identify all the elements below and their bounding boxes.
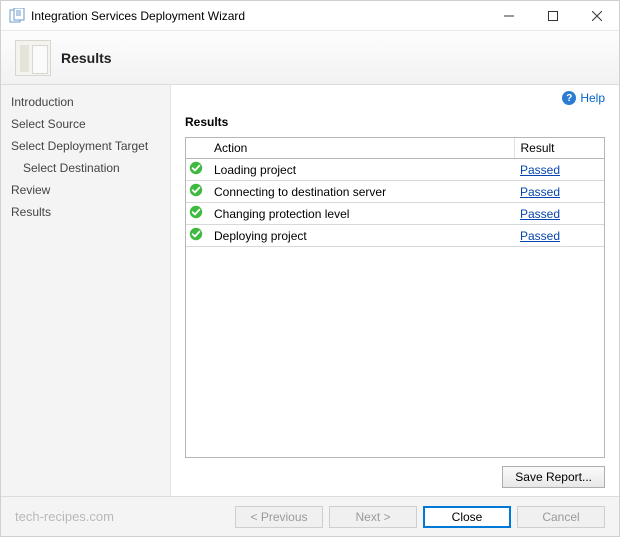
table-row: Deploying project Passed	[186, 225, 604, 247]
column-header-status-icon[interactable]	[186, 138, 208, 159]
page-title: Results	[61, 50, 112, 66]
result-cell: Passed	[514, 225, 604, 247]
result-cell: Passed	[514, 159, 604, 181]
status-icon-cell	[186, 203, 208, 225]
check-circle-icon	[189, 164, 203, 178]
status-icon-cell	[186, 225, 208, 247]
action-cell: Connecting to destination server	[208, 181, 514, 203]
result-cell: Passed	[514, 203, 604, 225]
titlebar: Integration Services Deployment Wizard	[1, 1, 619, 31]
results-table: Action Result Loading projectPassedConne…	[186, 138, 604, 247]
minimize-button[interactable]	[487, 1, 531, 31]
close-button[interactable]: Close	[423, 506, 511, 528]
check-circle-icon	[189, 186, 203, 200]
result-link[interactable]: Passed	[520, 185, 560, 199]
status-icon-cell	[186, 159, 208, 181]
table-row: Changing protection level Passed	[186, 203, 604, 225]
next-button[interactable]: Next >	[329, 506, 417, 528]
result-link[interactable]: Passed	[520, 229, 560, 243]
save-report-button[interactable]: Save Report...	[502, 466, 605, 488]
results-table-container: Action Result Loading projectPassedConne…	[185, 137, 605, 458]
column-header-action[interactable]: Action	[208, 138, 514, 159]
check-circle-icon	[189, 208, 203, 222]
cancel-button[interactable]: Cancel	[517, 506, 605, 528]
help-link[interactable]: ? Help	[562, 91, 605, 105]
watermark: tech-recipes.com	[15, 509, 229, 524]
status-icon-cell	[186, 181, 208, 203]
column-header-result[interactable]: Result	[514, 138, 604, 159]
table-row: Loading project Passed	[186, 159, 604, 181]
action-cell: Deploying project	[208, 225, 514, 247]
table-row: Connecting to destination server Passed	[186, 181, 604, 203]
sidebar-item-select-deployment-target[interactable]: Select Deployment Target	[1, 135, 170, 157]
help-icon: ?	[562, 91, 576, 105]
action-cell: Changing protection level	[208, 203, 514, 225]
sidebar-item-select-source[interactable]: Select Source	[1, 113, 170, 135]
result-link[interactable]: Passed	[520, 207, 560, 221]
help-label: Help	[580, 91, 605, 105]
maximize-button[interactable]	[531, 1, 575, 31]
result-cell: Passed	[514, 181, 604, 203]
close-window-button[interactable]	[575, 1, 619, 31]
sidebar-item-results[interactable]: Results	[1, 201, 170, 223]
page-header: Results	[1, 31, 619, 85]
section-title: Results	[185, 115, 605, 129]
result-link[interactable]: Passed	[520, 163, 560, 177]
footer: tech-recipes.com < Previous Next > Close…	[1, 496, 619, 536]
check-circle-icon	[189, 230, 203, 244]
action-cell: Loading project	[208, 159, 514, 181]
app-icon	[9, 8, 25, 24]
sidebar-item-review[interactable]: Review	[1, 179, 170, 201]
window-title: Integration Services Deployment Wizard	[31, 9, 245, 23]
main-panel: ? Help Results Action Result Loading pro…	[171, 85, 619, 496]
previous-button[interactable]: < Previous	[235, 506, 323, 528]
sidebar-item-select-destination[interactable]: Select Destination	[1, 157, 170, 179]
page-icon	[15, 40, 51, 76]
sidebar: Introduction Select Source Select Deploy…	[1, 85, 171, 496]
sidebar-item-introduction[interactable]: Introduction	[1, 91, 170, 113]
